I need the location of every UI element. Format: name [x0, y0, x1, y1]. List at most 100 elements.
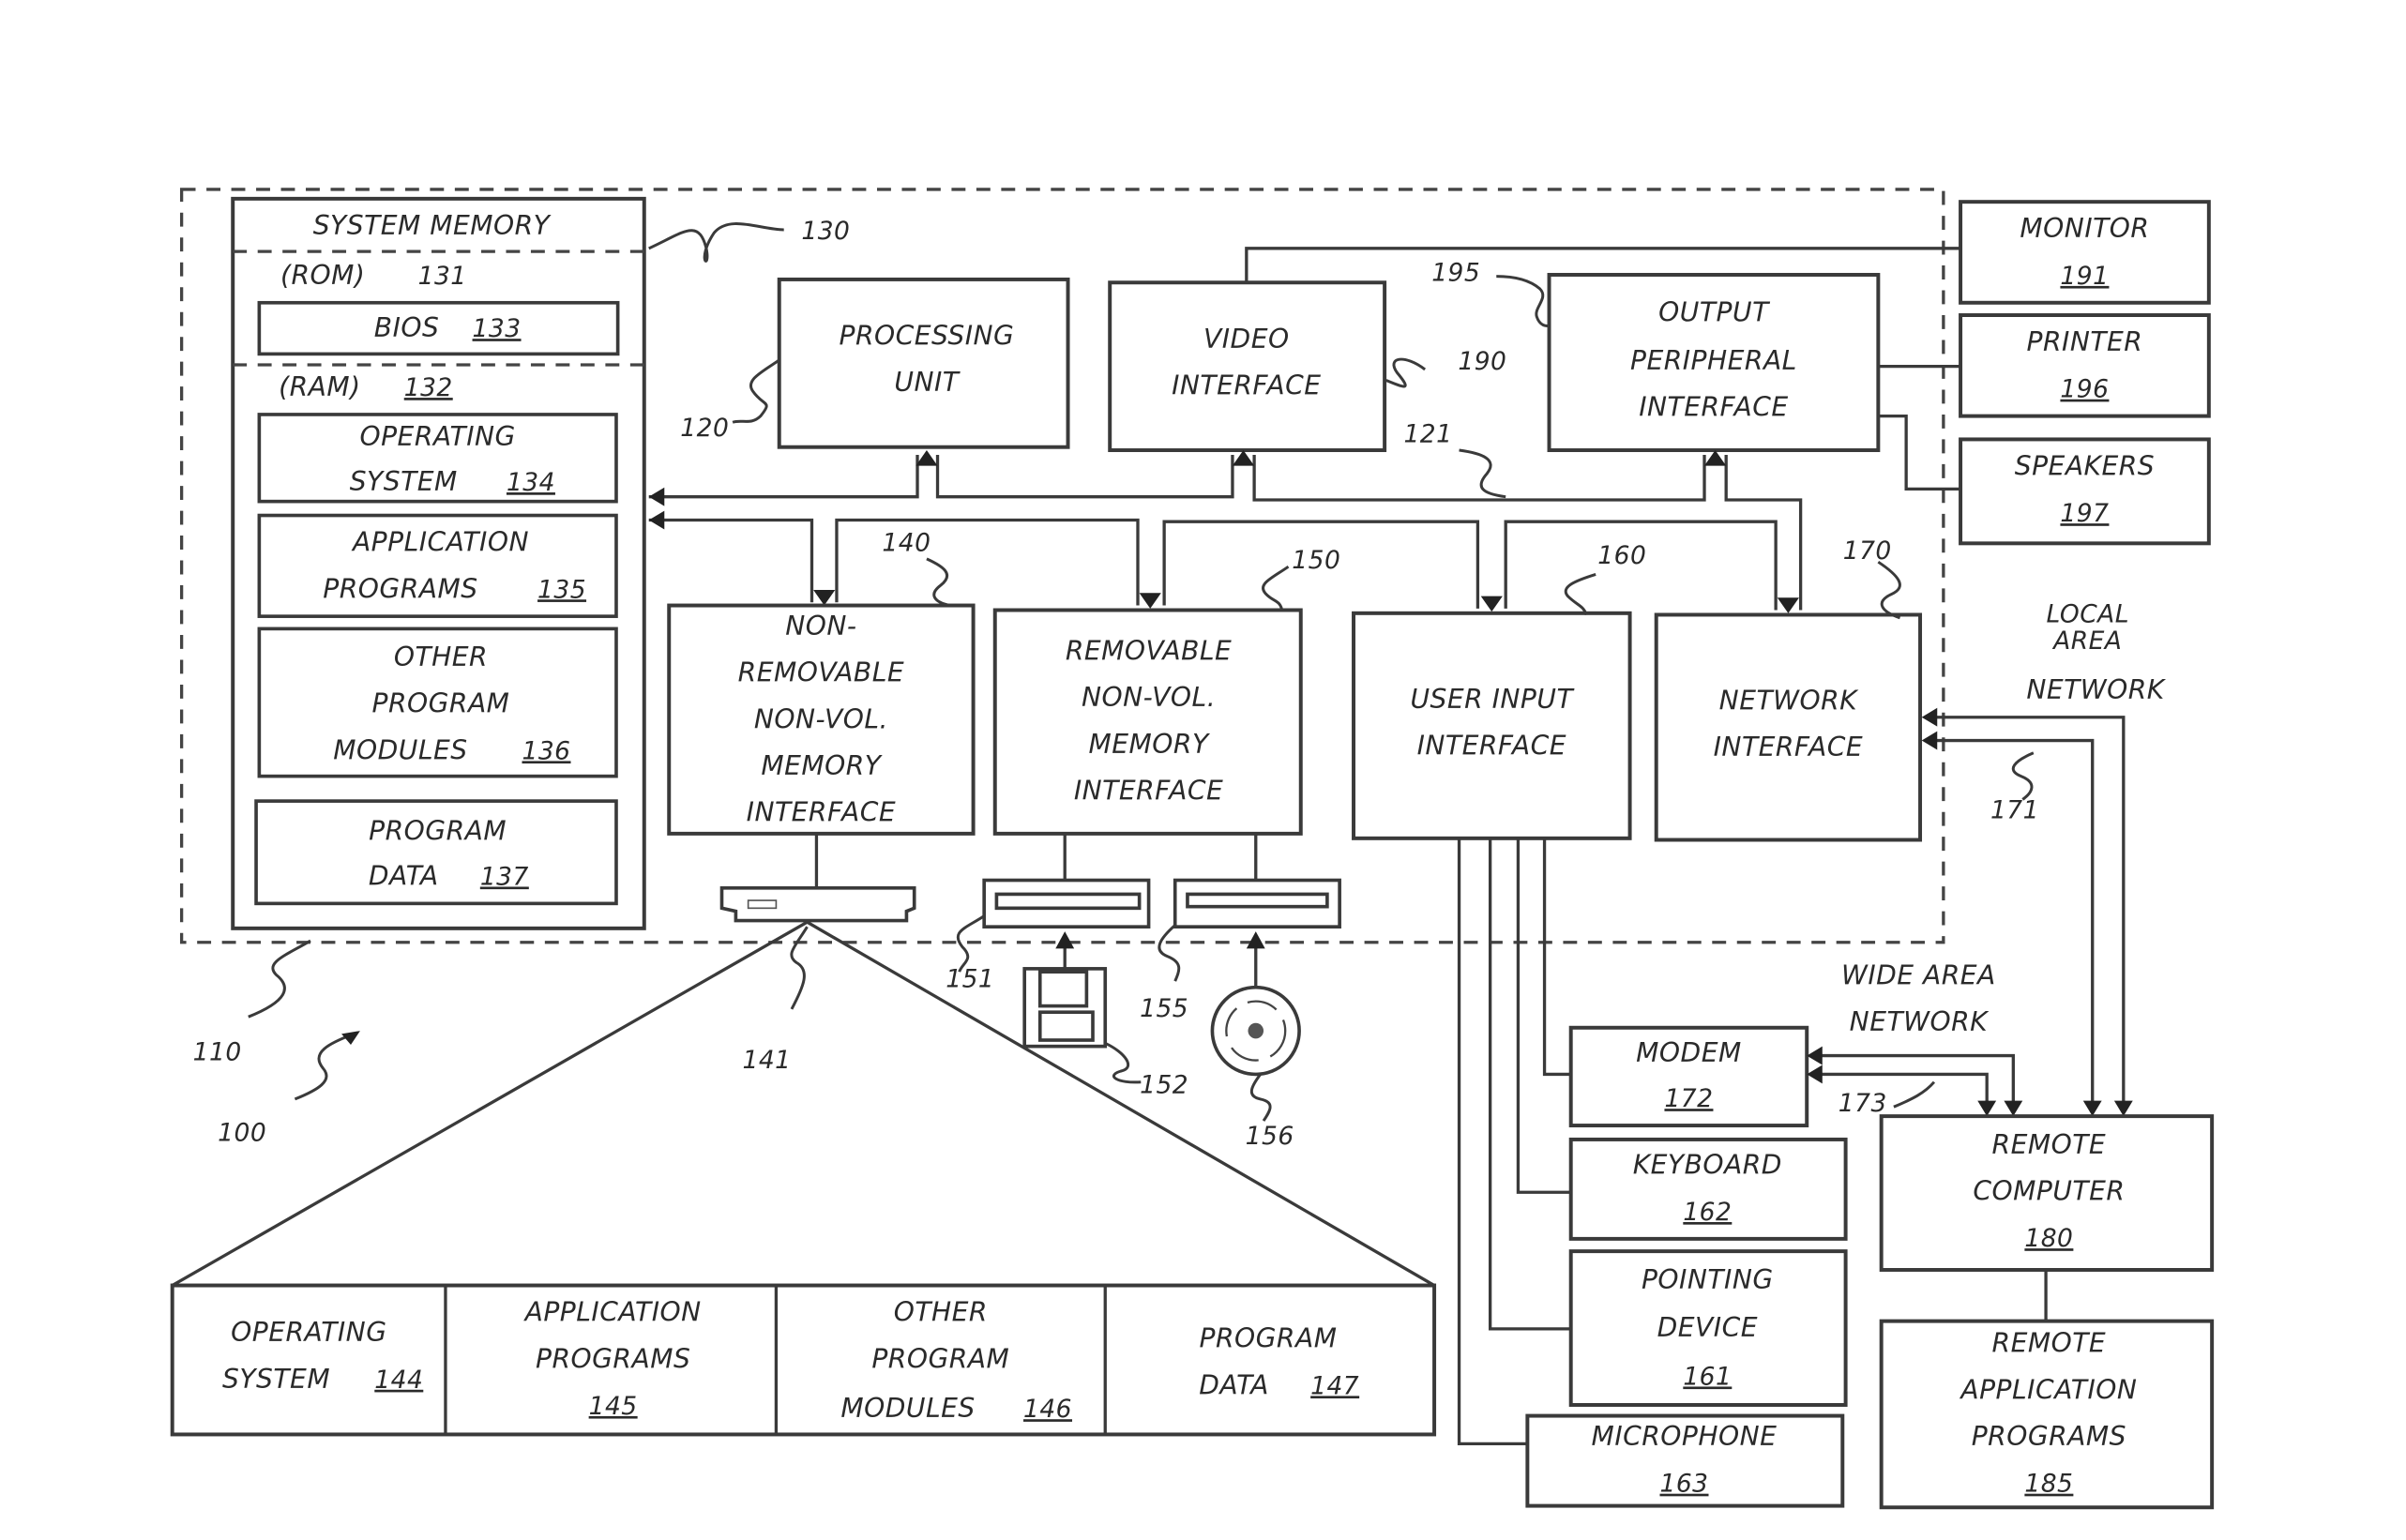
rom-label: (ROM) [280, 260, 365, 291]
hard-disk-drive-icon [719, 885, 916, 923]
optical-drive-ref: 155 [1140, 994, 1188, 1023]
svg-text:OTHER: OTHER [894, 1297, 988, 1328]
svg-text:APPLICATION: APPLICATION [523, 1297, 702, 1328]
svg-text:PROGRAM: PROGRAM [369, 815, 507, 846]
bios-label: BIOS [374, 312, 440, 343]
svg-text:PROGRAM: PROGRAM [371, 688, 509, 719]
rom-ref: 131 [418, 262, 467, 291]
system-bus [648, 450, 1803, 613]
user-input-ref: 160 [1597, 541, 1646, 570]
svg-text:REMOTE: REMOTE [1992, 1129, 2107, 1160]
processing-unit-ref: 120 [680, 414, 729, 443]
svg-text:PROGRAMS: PROGRAMS [536, 1343, 690, 1374]
processing-unit: PROCESSING UNIT [777, 277, 1070, 449]
lan-ref: 171 [1990, 795, 2039, 824]
pointing-device: POINTING DEVICE 161 [1568, 1249, 1848, 1407]
svg-text:DEVICE: DEVICE [1657, 1312, 1758, 1343]
svg-text:136: 136 [522, 736, 570, 765]
network-interface-ref: 170 [1843, 536, 1892, 566]
svg-text:LOCAL: LOCAL [2046, 600, 2129, 629]
svg-text:INTERFACE: INTERFACE [1417, 730, 1566, 761]
svg-text:INTERFACE: INTERFACE [1714, 732, 1863, 762]
video-interface: VIDEO INTERFACE [1108, 280, 1387, 453]
system-memory-block: SYSTEM MEMORY (ROM) 131 BIOS 133 (RAM) 1… [231, 196, 646, 930]
hard-disk-ref: 141 [742, 1046, 791, 1075]
svg-text:MODULES: MODULES [840, 1393, 975, 1424]
svg-text:USER INPUT: USER INPUT [1410, 684, 1574, 715]
network-interface: NETWORK INTERFACE [1654, 612, 1923, 842]
svg-text:197: 197 [2060, 499, 2109, 528]
svg-text:OUTPUT: OUTPUT [1658, 297, 1770, 328]
non-removable-memory-interface: NON- REMOVABLE NON-VOL. MEMORY INTERFACE [667, 603, 976, 836]
wide-area-network-label: WIDE AREA NETWORK [1841, 959, 1996, 1037]
svg-text:DATA: DATA [369, 860, 439, 891]
removable-memory-interface: REMOVABLE NON-VOL. MEMORY INTERFACE [992, 608, 1303, 836]
svg-text:146: 146 [1023, 1395, 1072, 1424]
system-memory-ref: 130 [801, 217, 850, 246]
svg-text:VIDEO: VIDEO [1203, 324, 1290, 355]
svg-text:196: 196 [2060, 375, 2109, 404]
svg-text:OPERATING: OPERATING [359, 421, 515, 452]
svg-text:NETWORK: NETWORK [2026, 674, 2166, 705]
computing-environment-diagram: SYSTEM MEMORY (ROM) 131 BIOS 133 (RAM) 1… [170, 188, 2215, 1510]
system-bus-ref: 121 [1403, 420, 1452, 449]
svg-text:NETWORK: NETWORK [1719, 685, 1859, 716]
svg-text:SPEAKERS: SPEAKERS [2015, 451, 2155, 482]
svg-text:WIDE AREA: WIDE AREA [1841, 959, 1996, 990]
memory-application-programs: APPLICATION PROGRAMS 135 [257, 513, 618, 618]
svg-text:MICROPHONE: MICROPHONE [1592, 1421, 1778, 1452]
output-to-speakers-line [1878, 414, 1961, 491]
remote-computer: REMOTE COMPUTER 180 [1879, 1114, 2215, 1272]
optical-disk-icon [1210, 931, 1301, 1077]
svg-text:REMOTE: REMOTE [1992, 1328, 2107, 1359]
svg-text:MEMORY: MEMORY [1089, 729, 1210, 760]
svg-text:PERIPHERAL: PERIPHERAL [1630, 345, 1797, 376]
system-memory-title: SYSTEM MEMORY [313, 210, 552, 241]
svg-text:UNIT: UNIT [894, 367, 960, 398]
svg-text:REMOVABLE: REMOVABLE [738, 657, 904, 688]
memory-operating-system: OPERATING SYSTEM 134 [257, 413, 618, 504]
svg-text:APPLICATION: APPLICATION [351, 527, 529, 558]
svg-text:NON-: NON- [785, 611, 856, 642]
stored-programs: OPERATING SYSTEM 144 APPLICATION PROGRAM… [170, 1283, 1437, 1437]
video-interface-ref: 190 [1458, 347, 1506, 376]
svg-text:PRINTER: PRINTER [2027, 326, 2143, 357]
user-input-to-pointing-line [1488, 838, 1571, 1331]
non-removable-ref: 140 [882, 529, 931, 558]
magnetic-disk-drive-icon [982, 878, 1151, 929]
floppy-disk-ref: 152 [1140, 1070, 1188, 1099]
svg-text:SYSTEM: SYSTEM [222, 1364, 330, 1395]
ram-label: (RAM) [279, 371, 360, 402]
optical-disk-ref: 156 [1246, 1122, 1294, 1151]
svg-text:134: 134 [507, 468, 555, 497]
local-area-network-label: LOCAL AREA NETWORK [2026, 600, 2166, 705]
svg-text:PROGRAM: PROGRAM [1200, 1323, 1338, 1354]
svg-text:137: 137 [480, 862, 529, 891]
bios-ref: 133 [473, 314, 522, 343]
svg-text:135: 135 [537, 575, 586, 604]
svg-text:162: 162 [1683, 1198, 1732, 1227]
magnetic-disk-drive-ref: 151 [946, 965, 994, 994]
output-peripheral-interface: OUTPUT PERIPHERAL INTERFACE [1547, 272, 1881, 453]
svg-text:MEMORY: MEMORY [761, 750, 882, 781]
svg-text:191: 191 [2060, 262, 2109, 291]
svg-text:172: 172 [1664, 1084, 1713, 1113]
svg-text:COMPUTER: COMPUTER [1973, 1175, 2125, 1206]
svg-text:DATA: DATA [1199, 1369, 1269, 1400]
svg-text:NETWORK: NETWORK [1850, 1006, 1990, 1037]
svg-text:NON-VOL.: NON-VOL. [754, 703, 888, 734]
svg-text:OTHER: OTHER [394, 642, 488, 672]
svg-text:PROGRAMS: PROGRAMS [323, 573, 477, 604]
svg-text:185: 185 [2024, 1470, 2073, 1499]
memory-other-program-modules: OTHER PROGRAM MODULES 136 [257, 627, 618, 778]
svg-text:SYSTEM: SYSTEM [350, 466, 458, 497]
speakers: SPEAKERS 197 [1959, 437, 2211, 546]
monitor: MONITOR 191 [1959, 200, 2211, 305]
svg-text:OPERATING: OPERATING [231, 1317, 386, 1348]
ram-ref: 132 [404, 373, 453, 402]
floppy-disk-icon [1022, 931, 1108, 1049]
svg-text:POINTING: POINTING [1642, 1264, 1774, 1295]
svg-text:161: 161 [1683, 1362, 1732, 1391]
printer: PRINTER 196 [1959, 313, 2211, 418]
svg-text:MODULES: MODULES [333, 734, 467, 765]
